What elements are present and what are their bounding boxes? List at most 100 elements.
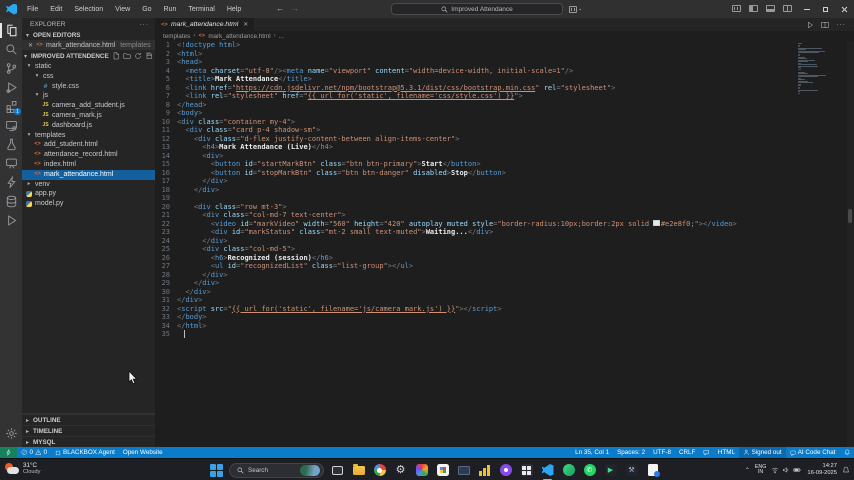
taskbar-emulator-icon[interactable]: [561, 463, 576, 478]
blackbox-agent-button[interactable]: BLACKBOX Agent: [51, 447, 119, 458]
breadcrumb-file[interactable]: mark_attendance.html: [208, 33, 270, 40]
section-mysql[interactable]: ▸MYSQL: [22, 436, 155, 447]
activity-live-share-icon[interactable]: [0, 154, 22, 173]
notifications-icon[interactable]: [840, 447, 854, 458]
toggle-sidebar-icon[interactable]: [749, 5, 758, 12]
activity-extensions-icon[interactable]: 1: [0, 97, 22, 116]
tree-item-templates[interactable]: ▾templates: [22, 131, 155, 141]
menu-edit[interactable]: Edit: [45, 4, 67, 15]
collapse-all-icon[interactable]: [145, 52, 153, 60]
taskbar-dev-tools-icon[interactable]: ⚒: [624, 463, 639, 478]
more-actions-icon[interactable]: ···: [836, 21, 846, 28]
start-button[interactable]: [210, 464, 223, 477]
indentation-setting[interactable]: Spaces: 2: [613, 447, 649, 458]
menu-terminal[interactable]: Terminal: [183, 4, 219, 15]
tray-overflow-icon[interactable]: ⌃: [745, 467, 750, 474]
tree-item-index-html[interactable]: <>index.html: [22, 160, 155, 170]
cursor-position[interactable]: Ln 35, Col 1: [571, 447, 613, 458]
eol-setting[interactable]: CRLF: [675, 447, 699, 458]
menu-run[interactable]: Run: [159, 4, 182, 15]
ai-code-chat-button[interactable]: AI Code Chat: [786, 447, 840, 458]
volume-icon[interactable]: [782, 466, 790, 474]
toggle-secondary-sidebar-icon[interactable]: [783, 5, 792, 12]
taskbar-monitor-app-icon[interactable]: [456, 463, 471, 478]
wifi-icon[interactable]: [771, 466, 779, 474]
language-indicator[interactable]: ENG IN: [755, 465, 766, 476]
taskbar-browser-icon[interactable]: [372, 463, 387, 478]
notification-bell-icon[interactable]: [842, 461, 850, 479]
refresh-icon[interactable]: [134, 52, 142, 60]
taskbar-search[interactable]: Search: [229, 463, 324, 478]
signin-status[interactable]: Signed out: [739, 447, 786, 458]
menu-selection[interactable]: Selection: [69, 4, 108, 15]
tree-item-venv[interactable]: ▸venv: [22, 180, 155, 190]
activity-thunder-client-icon[interactable]: [0, 173, 22, 192]
open-editor-item[interactable]: ✕ <> mark_attendance.html templates: [22, 40, 155, 50]
run-file-icon[interactable]: [806, 21, 814, 29]
weather-widget[interactable]: 31°C Cloudy: [0, 463, 40, 476]
tree-item-dashboard-js[interactable]: JSdashboard.js: [22, 121, 155, 131]
activity-explorer-icon[interactable]: [0, 21, 22, 40]
editor-scrollbar[interactable]: [847, 41, 854, 447]
tree-item-style-css[interactable]: #style.css: [22, 82, 155, 92]
new-folder-icon[interactable]: [123, 52, 131, 60]
minimize-button[interactable]: [797, 0, 816, 18]
section-outline[interactable]: ▸OUTLINE: [22, 414, 155, 425]
tree-item-css[interactable]: ▾css: [22, 72, 155, 82]
activity-remote-explorer-icon[interactable]: [0, 116, 22, 135]
taskbar-vscode-icon[interactable]: [540, 463, 555, 478]
tab-mark-attendance[interactable]: <> mark_attendance.html ✕: [155, 18, 254, 31]
language-mode[interactable]: HTML: [714, 447, 739, 458]
taskbar-doc-share-icon[interactable]: [645, 463, 660, 478]
taskbar-microsoft-365-icon[interactable]: [414, 463, 429, 478]
problems-indicator[interactable]: 0 0: [17, 447, 51, 458]
section-timeline[interactable]: ▸TIMELINE: [22, 425, 155, 436]
open-website-button[interactable]: Open Website: [119, 447, 167, 458]
maximize-button[interactable]: [816, 0, 835, 18]
taskbar-media-player-icon[interactable]: ▶: [603, 463, 618, 478]
minimap[interactable]: [798, 43, 828, 95]
customize-layout-icon[interactable]: [732, 5, 741, 12]
tree-item-js[interactable]: ▾js: [22, 91, 155, 101]
new-file-icon[interactable]: [112, 52, 120, 60]
menu-file[interactable]: File: [22, 4, 43, 15]
taskbar-task-view-icon[interactable]: [330, 463, 345, 478]
menu-go[interactable]: Go: [137, 4, 156, 15]
forward-arrow-icon[interactable]: →: [291, 4, 299, 13]
tree-item-static[interactable]: ▾static: [22, 62, 155, 72]
activity-testing-icon[interactable]: [0, 135, 22, 154]
breadcrumb-symbol[interactable]: ...: [279, 33, 284, 40]
menu-view[interactable]: View: [110, 4, 135, 15]
explorer-more-actions-icon[interactable]: ···: [140, 21, 150, 28]
tree-item-add-student-html[interactable]: <>add_student.html: [22, 140, 155, 150]
activity-source-control-icon[interactable]: [0, 59, 22, 78]
code-editor[interactable]: 1<!doctype html>2<html>3<head>4 <meta ch…: [155, 41, 854, 447]
battery-icon[interactable]: [793, 466, 802, 474]
tree-item-camera-mark-js[interactable]: JScamera_mark.js: [22, 111, 155, 121]
taskbar-settings-icon[interactable]: ⚙: [393, 463, 408, 478]
tab-close-icon[interactable]: ✕: [243, 21, 248, 28]
taskbar-store-icon[interactable]: [435, 463, 450, 478]
taskbar-qr-app-icon[interactable]: [519, 463, 534, 478]
tree-item-attendance-record-html[interactable]: <>attendance_record.html: [22, 150, 155, 160]
project-section-header[interactable]: ▾ IMPROVED ATTENDENCE: [22, 50, 155, 62]
back-arrow-icon[interactable]: ←: [276, 4, 284, 13]
taskbar-power-bi-icon[interactable]: [477, 463, 492, 478]
toggle-panel-icon[interactable]: [766, 5, 775, 12]
menu-help[interactable]: Help: [222, 4, 246, 15]
activity-blackbox-icon[interactable]: [0, 211, 22, 230]
command-center-extra-icon[interactable]: ⌄: [569, 4, 583, 14]
activity-database-icon[interactable]: [0, 192, 22, 211]
activity-manage-icon[interactable]: [0, 424, 22, 443]
tree-item-camera-add-student-js[interactable]: JScamera_add_student.js: [22, 101, 155, 111]
command-center-search[interactable]: Improved Attendance: [391, 3, 563, 15]
tree-item-app-py[interactable]: app.py: [22, 189, 155, 199]
split-editor-icon[interactable]: [821, 21, 829, 29]
tree-item-model-py[interactable]: model.py: [22, 199, 155, 209]
close-editor-icon[interactable]: ✕: [28, 42, 33, 49]
feedback-icon[interactable]: [699, 447, 714, 458]
open-editors-section[interactable]: ▾ OPEN EDITORS: [22, 30, 155, 40]
clock[interactable]: 14:27 16-09-2025: [807, 463, 837, 476]
activity-run-debug-icon[interactable]: [0, 78, 22, 97]
taskbar-loom-icon[interactable]: [498, 463, 513, 478]
